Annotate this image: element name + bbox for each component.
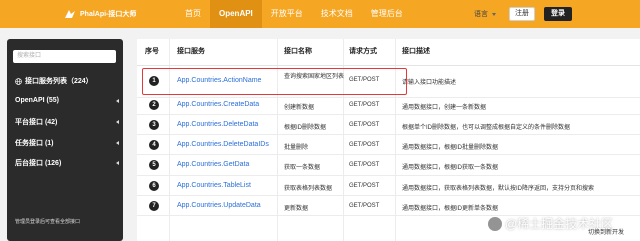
main-menu: 首页 OpenAPI 开放平台 技术文档 管理后台 (176, 0, 412, 28)
request-method: GET/POST (349, 203, 380, 209)
chevron-down-icon (492, 12, 496, 16)
api-description: 通用数据接口，获取表格列表数据，默认按ID降序返回，支持分页和搜索 (402, 186, 595, 192)
brand-logo-icon (65, 10, 75, 18)
api-description: 通用数据接口，根据ID批量删除数据 (402, 145, 499, 151)
request-method: GET/POST (349, 122, 380, 128)
service-link[interactable]: App.Countries.CreateData (177, 101, 259, 108)
sidebar-item-task[interactable]: 任务接口 (1) (15, 138, 119, 148)
api-table: 序号 接口服务 接口名称 请求方式 接口描述 1 App.Countries.A… (137, 39, 640, 241)
header-method: 请求方式 (349, 48, 377, 55)
service-link[interactable]: App.Countries.TableList (177, 182, 251, 189)
row-number: 4 (149, 140, 159, 150)
language-label: 语言 (474, 11, 488, 18)
search-input[interactable] (13, 49, 116, 63)
row-number: 3 (149, 120, 159, 130)
menu-item-open-platform[interactable]: 开放平台 (262, 0, 312, 28)
header-service: 接口服务 (177, 48, 205, 55)
sidebar-note: 管理员登录后可查看全部接口 (15, 219, 81, 225)
header-index: 序号 (145, 48, 159, 55)
row-number: 7 (149, 201, 159, 211)
service-link[interactable]: App.Countries.DeleteDataIDs (177, 141, 269, 148)
api-name: 根据ID删除数据 (284, 125, 327, 131)
sidebar: 接口服务列表（224） OpenAPI (55) 平台接口 (42) 任务接口 … (7, 39, 123, 241)
header-description: 接口描述 (402, 48, 430, 55)
switch-version-link[interactable]: 切换到新开发 (588, 227, 624, 236)
menu-item-openapi[interactable]: OpenAPI (210, 0, 262, 28)
login-button[interactable]: 登录 (544, 7, 572, 21)
api-name: 更新数据 (284, 206, 309, 212)
globe-icon (15, 77, 22, 85)
header-divider (137, 65, 640, 66)
request-method: GET/POST (349, 142, 380, 148)
chevron-left-icon (116, 120, 119, 124)
api-name: 批量删除 (284, 145, 309, 151)
chevron-left-icon (116, 98, 119, 103)
sidebar-item-all-services[interactable]: 接口服务列表（224） (15, 76, 119, 86)
request-method: GET/POST (349, 183, 380, 189)
language-select[interactable]: 语言 (474, 9, 496, 19)
api-description: 通用数据接口，创建一条新数据 (402, 105, 487, 111)
register-button[interactable]: 注册 (509, 7, 535, 21)
request-method: GET/POST (349, 162, 380, 168)
row-number: 6 (149, 181, 159, 191)
service-link[interactable]: App.Countries.DeleteData (177, 121, 258, 128)
sidebar-item-platform[interactable]: 平台接口 (42) (15, 117, 119, 127)
api-description: 根据单个ID删除数据，也可以调整成根据自定义的条件删除数据 (402, 125, 571, 131)
api-name: 获取表格列表数据 (284, 186, 333, 192)
row-divider (137, 154, 640, 155)
sidebar-item-label: OpenAPI (55) (15, 97, 59, 104)
api-description: 请输入接口功能描述 (402, 80, 457, 86)
sidebar-item-openapi[interactable]: OpenAPI (55) (15, 97, 119, 104)
menu-item-docs[interactable]: 技术文档 (312, 0, 362, 28)
watermark-logo-icon (488, 216, 502, 231)
service-link[interactable]: App.Countries.UpdateData (177, 202, 261, 209)
row-divider (137, 175, 640, 176)
row-number: 2 (149, 100, 159, 110)
api-description: 通用数据接口，根据ID更新单条数据 (402, 206, 499, 212)
sidebar-item-admin[interactable]: 后台接口 (126) (15, 158, 119, 168)
menu-item-home[interactable]: 首页 (176, 0, 210, 28)
sidebar-item-label: 接口服务列表（224） (25, 78, 93, 85)
menu-item-admin[interactable]: 管理后台 (362, 0, 412, 28)
api-description: 通用数据接口，根据ID获取一条数据 (402, 165, 499, 171)
row-divider (137, 195, 640, 196)
row-number: 5 (149, 160, 159, 170)
service-link[interactable]: App.Countries.GetData (177, 161, 249, 168)
api-name: 创建新数据 (284, 105, 315, 111)
sidebar-item-label: 后台接口 (126) (15, 160, 62, 167)
request-method: GET/POST (349, 102, 380, 108)
brand-name: PhalApi-接口大师 (80, 11, 137, 18)
api-name: 获取一条数据 (284, 165, 321, 171)
row-divider (137, 97, 640, 98)
chevron-left-icon (116, 141, 119, 145)
header-name: 接口名称 (284, 48, 312, 55)
brand[interactable]: PhalApi-接口大师 (64, 9, 136, 19)
sidebar-item-label: 平台接口 (42) (15, 119, 58, 126)
sidebar-item-label: 任务接口 (1) (15, 140, 54, 147)
row-divider (137, 114, 640, 115)
highlight-box (142, 68, 407, 95)
chevron-left-icon (116, 161, 119, 165)
row-divider (137, 134, 640, 135)
